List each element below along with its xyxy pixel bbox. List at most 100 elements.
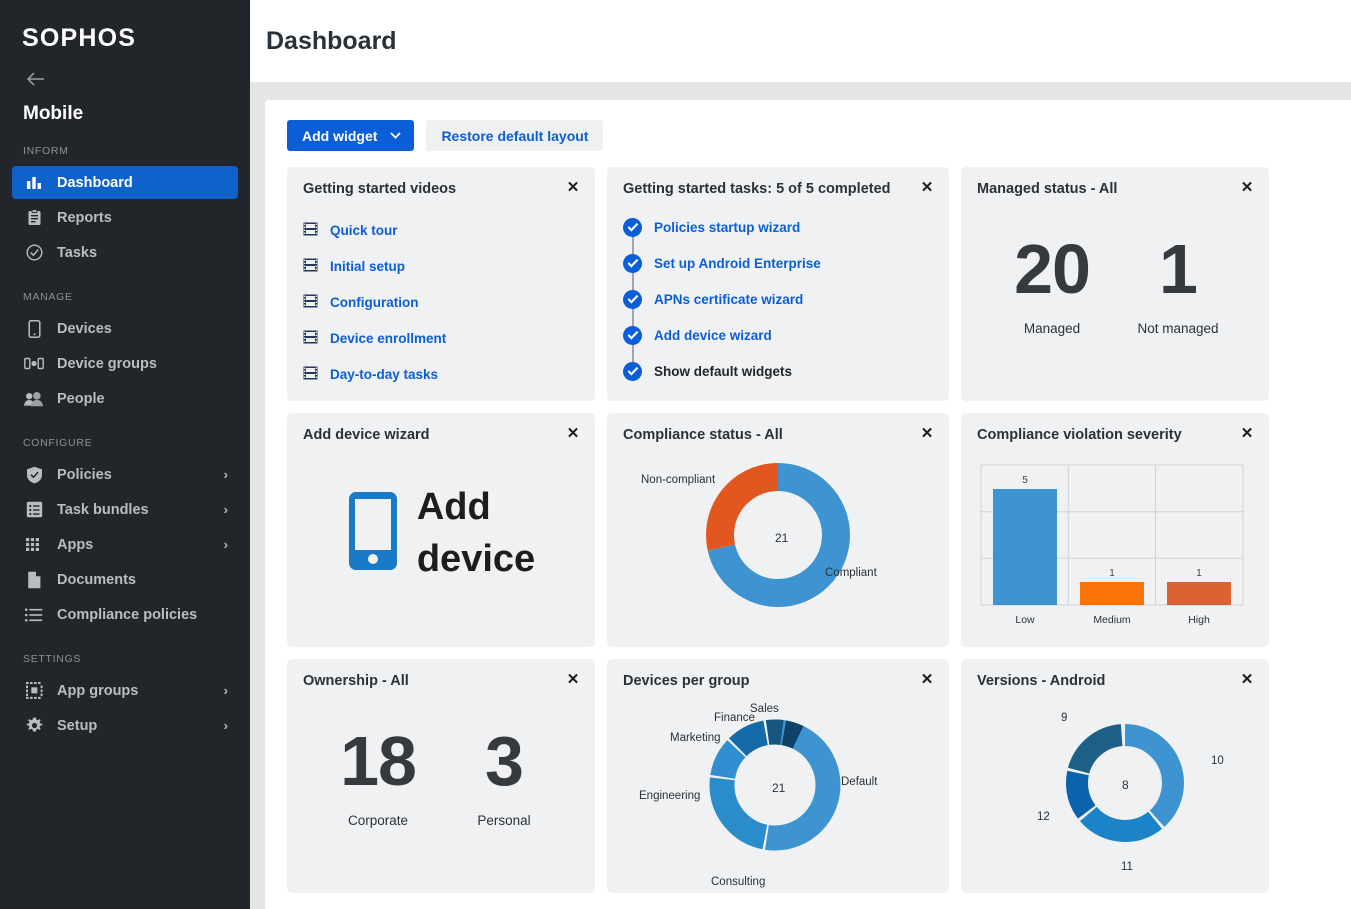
kpi-personal: 3 Personal bbox=[441, 723, 567, 828]
bar-category-high: High bbox=[1188, 614, 1210, 626]
chevron-right-icon: › bbox=[224, 467, 228, 482]
restore-default-layout-button[interactable]: Restore default layout bbox=[426, 120, 603, 151]
add-device-label: Add device bbox=[417, 481, 535, 585]
list-item[interactable]: Device enrollment bbox=[303, 320, 579, 356]
close-icon[interactable]: ✕ bbox=[565, 672, 581, 688]
film-icon bbox=[303, 330, 318, 347]
compliance-severity-chart: 5 1 1 Low Medium High bbox=[977, 461, 1253, 641]
close-icon[interactable]: ✕ bbox=[1239, 426, 1255, 442]
bar-chart-icon bbox=[24, 173, 44, 193]
kpi-value: 3 bbox=[441, 723, 567, 799]
chevron-right-icon: › bbox=[224, 502, 228, 517]
nav-group-label-configure: CONFIGURE bbox=[0, 417, 250, 456]
widget-managed-status: Managed status - All ✕ 20 Managed 1 Not … bbox=[961, 167, 1269, 401]
sidebar-item-dashboard[interactable]: Dashboard bbox=[12, 166, 238, 199]
bar-low bbox=[993, 489, 1057, 605]
film-icon bbox=[303, 366, 318, 383]
sidebar-item-devices[interactable]: Devices bbox=[12, 312, 238, 345]
close-icon[interactable]: ✕ bbox=[919, 672, 935, 688]
kpi-row: 18 Corporate 3 Personal bbox=[303, 723, 579, 828]
arrow-left-icon[interactable] bbox=[26, 71, 45, 90]
page-title: Dashboard bbox=[266, 27, 397, 56]
clipboard-icon bbox=[24, 208, 44, 228]
list-icon bbox=[24, 605, 44, 625]
gear-icon bbox=[24, 716, 44, 736]
kpi-managed: 20 Managed bbox=[989, 231, 1115, 336]
film-icon bbox=[303, 222, 318, 239]
close-icon[interactable]: ✕ bbox=[919, 180, 935, 196]
list-item[interactable]: Set up Android Enterprise bbox=[623, 245, 933, 281]
add-device-cta[interactable]: Add device bbox=[303, 481, 579, 585]
list-item-label: Show default widgets bbox=[654, 364, 792, 379]
widget-title: Compliance violation severity bbox=[977, 427, 1253, 443]
list-item-label: APNs certificate wizard bbox=[654, 292, 803, 307]
donut-center-value: 8 bbox=[1122, 778, 1129, 792]
back-row bbox=[0, 53, 250, 91]
dashboard-card: Add widget Restore default layout Gettin… bbox=[265, 100, 1351, 909]
sidebar-item-people[interactable]: People bbox=[12, 382, 238, 415]
sidebar-item-reports[interactable]: Reports bbox=[12, 201, 238, 234]
close-icon[interactable]: ✕ bbox=[565, 426, 581, 442]
list-item[interactable]: Policies startup wizard bbox=[623, 209, 933, 245]
product-name: Mobile bbox=[0, 91, 250, 125]
slice-label-default: Default bbox=[841, 776, 877, 788]
widget-compliance-violation-severity: Compliance violation severity ✕ bbox=[961, 413, 1269, 647]
bar-value-low: 5 bbox=[1022, 475, 1028, 486]
sidebar-item-app-groups[interactable]: App groups › bbox=[12, 674, 238, 707]
list-item-label: Quick tour bbox=[330, 223, 398, 238]
close-icon[interactable]: ✕ bbox=[1239, 672, 1255, 688]
list-item[interactable]: Quick tour bbox=[303, 212, 579, 248]
video-list: Quick tour Initial setup Configuration bbox=[303, 212, 579, 392]
add-device-line1: Add bbox=[417, 486, 491, 528]
shield-check-icon bbox=[24, 465, 44, 485]
list-item[interactable]: APNs certificate wizard bbox=[623, 281, 933, 317]
device-group-icon bbox=[24, 354, 44, 374]
slice-label-consulting: Consulting bbox=[711, 876, 765, 888]
list-item[interactable]: Configuration bbox=[303, 284, 579, 320]
widget-title: Managed status - All bbox=[977, 181, 1253, 197]
donut-center-value: 21 bbox=[775, 531, 788, 545]
check-circle-icon bbox=[623, 254, 642, 273]
slice-label-12: 12 bbox=[1037, 811, 1050, 823]
add-widget-label: Add widget bbox=[302, 128, 377, 144]
sidebar: SOPHOS Mobile INFORM Dashboard Reports bbox=[0, 0, 250, 909]
widget-title: Add device wizard bbox=[303, 427, 579, 443]
sidebar-item-documents[interactable]: Documents bbox=[12, 563, 238, 596]
close-icon[interactable]: ✕ bbox=[1239, 180, 1255, 196]
sidebar-item-compliance-policies[interactable]: Compliance policies bbox=[12, 598, 238, 631]
content-wrap: Add widget Restore default layout Gettin… bbox=[250, 82, 1351, 909]
widget-title: Getting started tasks: 5 of 5 completed bbox=[623, 181, 933, 197]
list-item[interactable]: Add device wizard bbox=[623, 317, 933, 353]
film-icon bbox=[303, 294, 318, 311]
sidebar-item-setup[interactable]: Setup › bbox=[12, 709, 238, 742]
sidebar-item-tasks[interactable]: Tasks bbox=[12, 236, 238, 269]
sidebar-item-label: Devices bbox=[57, 321, 228, 337]
sidebar-item-device-groups[interactable]: Device groups bbox=[12, 347, 238, 380]
kpi-label: Personal bbox=[441, 813, 567, 828]
chevron-down-icon bbox=[390, 130, 401, 142]
compliance-status-chart: 21 Non-compliant Compliant bbox=[623, 447, 933, 637]
sidebar-item-task-bundles[interactable]: Task bundles › bbox=[12, 493, 238, 526]
slice-label-10: 10 bbox=[1211, 755, 1224, 767]
sidebar-item-label: People bbox=[57, 391, 228, 407]
bar-category-medium: Medium bbox=[1093, 614, 1131, 626]
add-widget-button[interactable]: Add widget bbox=[287, 120, 414, 151]
list-item-label: Set up Android Enterprise bbox=[654, 256, 821, 271]
list-item-label: Configuration bbox=[330, 295, 418, 310]
close-icon[interactable]: ✕ bbox=[565, 180, 581, 196]
sidebar-item-apps[interactable]: Apps › bbox=[12, 528, 238, 561]
sidebar-item-policies[interactable]: Policies › bbox=[12, 458, 238, 491]
sidebar-item-label: Tasks bbox=[57, 245, 228, 261]
widget-grid: Getting started videos ✕ Quick tour Init… bbox=[287, 167, 1351, 893]
kpi-row: 20 Managed 1 Not managed bbox=[977, 231, 1253, 336]
sidebar-item-label: Compliance policies bbox=[57, 607, 228, 623]
close-icon[interactable]: ✕ bbox=[919, 426, 935, 442]
list-item[interactable]: Day-to-day tasks bbox=[303, 356, 579, 392]
bar-high bbox=[1167, 582, 1231, 605]
slice-label-compliant: Compliant bbox=[825, 567, 877, 579]
list-item-label: Initial setup bbox=[330, 259, 405, 274]
chevron-right-icon: › bbox=[224, 718, 228, 733]
list-item[interactable]: Initial setup bbox=[303, 248, 579, 284]
list-item-label: Device enrollment bbox=[330, 331, 446, 346]
kpi-corporate: 18 Corporate bbox=[315, 723, 441, 828]
